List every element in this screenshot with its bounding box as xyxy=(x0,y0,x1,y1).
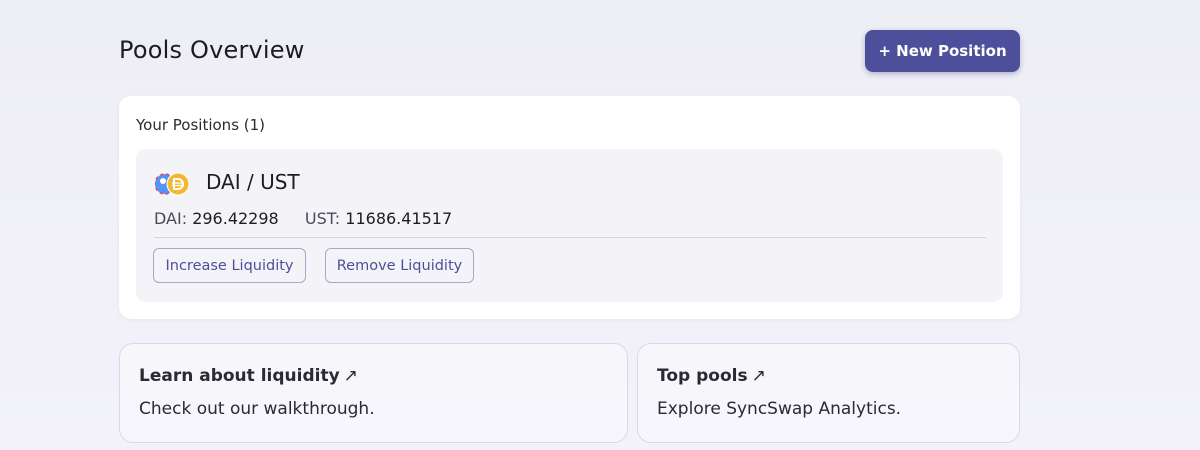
dai-token-icon xyxy=(166,172,190,196)
position-item[interactable]: DAI / UST DAI: 296.42298 UST: 11686.4151… xyxy=(136,149,1003,302)
top-pools-subtitle: Explore SyncSwap Analytics. xyxy=(657,399,902,419)
token-a-amount: 296.42298 xyxy=(192,209,279,228)
token-pair-icons xyxy=(154,171,191,197)
top-pools-card[interactable]: Top pools ↗ Explore SyncSwap Analytics. xyxy=(637,343,1020,443)
remove-liquidity-button[interactable]: Remove Liquidity xyxy=(325,248,474,283)
page-title: Pools Overview xyxy=(119,36,305,64)
pair-name: DAI / UST xyxy=(206,170,300,194)
learn-liquidity-subtitle: Check out our walkthrough. xyxy=(139,399,375,419)
learn-liquidity-card[interactable]: Learn about liquidity ↗ Check out our wal… xyxy=(119,343,628,443)
position-balances: DAI: 296.42298 UST: 11686.41517 xyxy=(154,209,452,228)
external-link-icon: ↗ xyxy=(751,366,766,386)
positions-card: Your Positions (1) DAI / UST DAI: 296.42… xyxy=(119,96,1020,319)
token-b-amount: 11686.41517 xyxy=(345,209,453,228)
learn-liquidity-title: Learn about liquidity ↗ xyxy=(139,366,358,386)
token-b-label: UST: xyxy=(304,209,341,228)
token-a-label: DAI: xyxy=(154,209,188,228)
external-link-icon: ↗ xyxy=(343,366,358,386)
divider xyxy=(154,237,986,238)
increase-liquidity-button[interactable]: Increase Liquidity xyxy=(153,248,306,283)
top-pools-title: Top pools ↗ xyxy=(657,366,766,386)
new-position-button[interactable]: + New Position xyxy=(865,30,1020,72)
positions-heading: Your Positions (1) xyxy=(136,116,266,134)
